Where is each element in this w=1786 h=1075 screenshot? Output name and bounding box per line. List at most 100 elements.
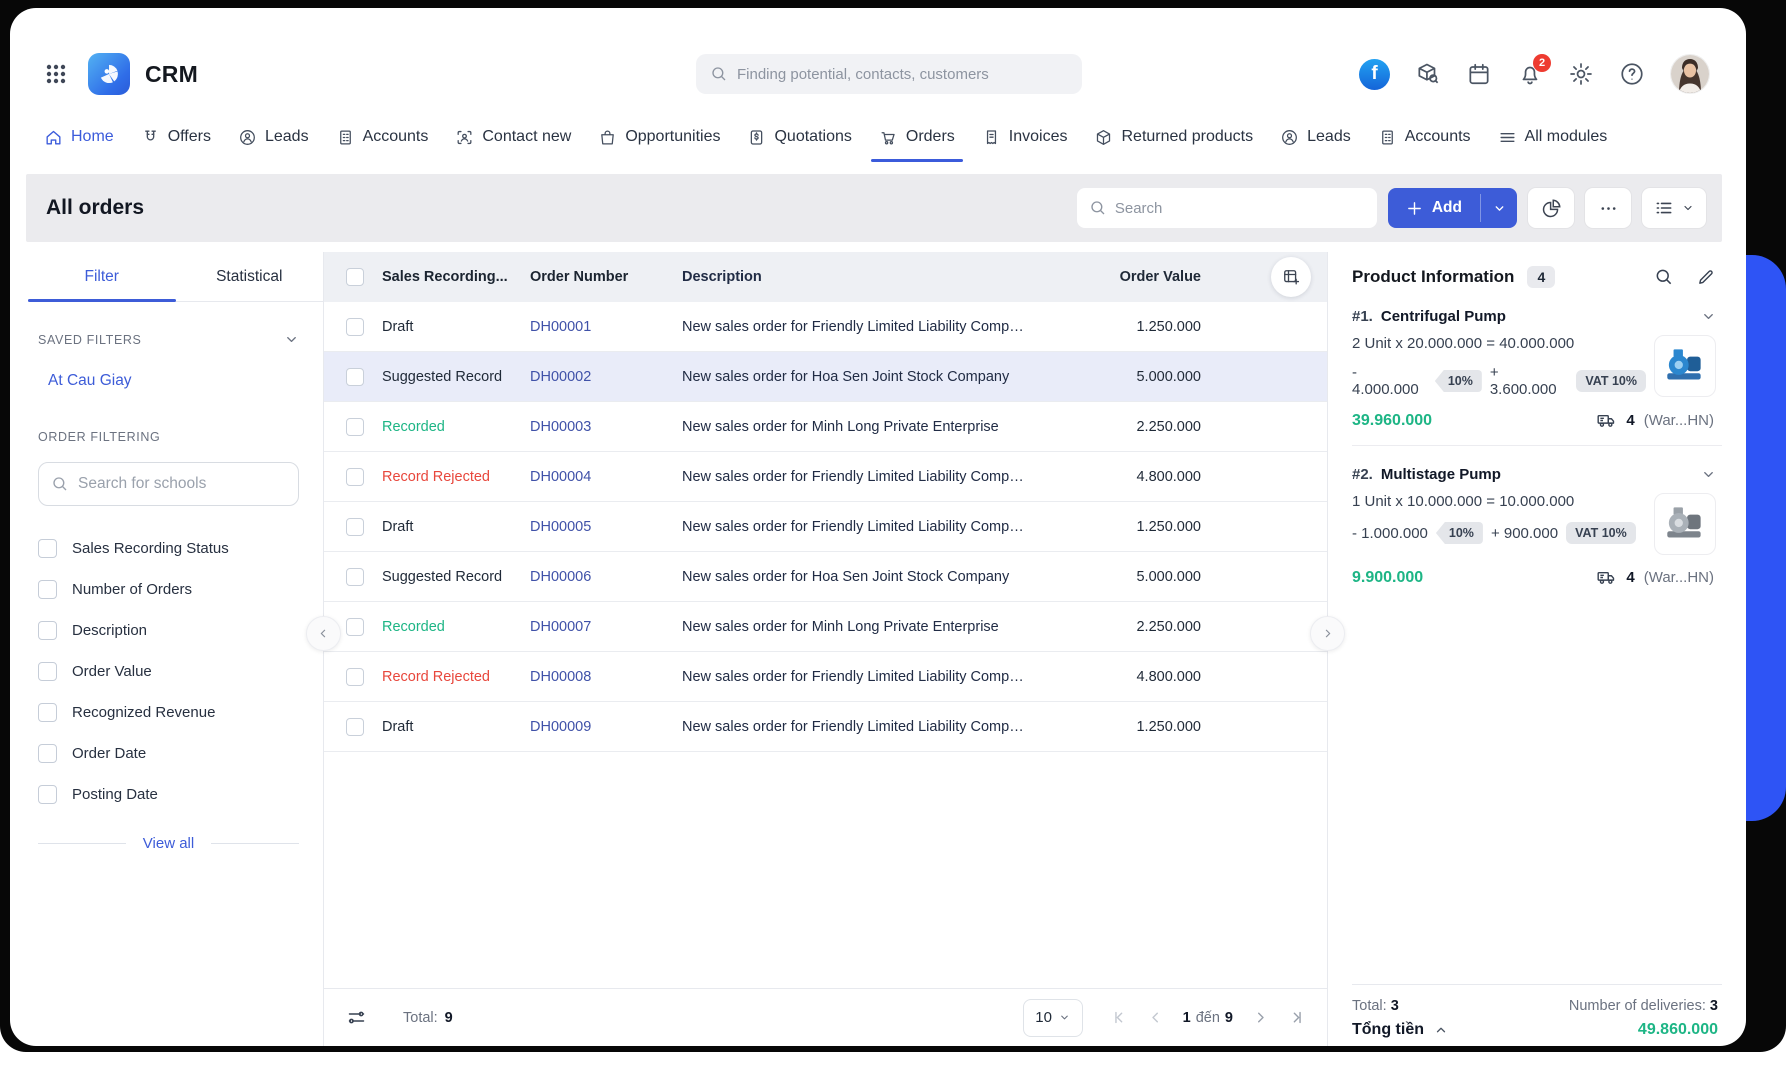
scroll-right-button[interactable] [1310, 616, 1345, 651]
help-icon[interactable] [1619, 61, 1645, 87]
tab-filter[interactable]: Filter [28, 252, 176, 302]
row-checkbox[interactable] [346, 467, 364, 486]
filter-sales-recording-status[interactable]: Sales Recording Status [38, 528, 299, 569]
add-order-button[interactable]: Add [1387, 188, 1517, 228]
more-actions-button[interactable] [1585, 188, 1631, 228]
nav-item-home[interactable]: Home [44, 112, 114, 162]
caret-up-icon[interactable] [1434, 1023, 1448, 1037]
order-number-link[interactable]: DH00003 [530, 419, 591, 435]
filter-description[interactable]: Description [38, 610, 299, 651]
global-search[interactable] [695, 54, 1082, 94]
order-number-link[interactable]: DH00006 [530, 569, 591, 585]
nav-item-opportunities[interactable]: Opportunities [598, 112, 720, 162]
next-page-button[interactable] [1252, 1009, 1269, 1026]
calendar-icon[interactable] [1466, 61, 1492, 87]
nav-item-offers[interactable]: Offers [141, 112, 211, 162]
table-row[interactable]: Record Rejected DH00008 New sales order … [324, 652, 1327, 702]
checkbox[interactable] [38, 662, 57, 681]
nav-item-leads-2[interactable]: Leads [1280, 112, 1351, 162]
order-number-link[interactable]: DH00009 [530, 719, 591, 735]
facebook-icon[interactable]: f [1359, 58, 1390, 90]
add-column-button[interactable] [1271, 257, 1311, 297]
nav-item-leads[interactable]: Leads [238, 112, 309, 162]
column-description[interactable]: Description [682, 269, 1034, 285]
notifications-bell-icon[interactable]: 2 [1517, 54, 1551, 87]
chart-view-button[interactable] [1528, 188, 1574, 228]
add-dropdown-caret[interactable] [1481, 188, 1517, 228]
orders-search-input[interactable] [1114, 199, 1365, 217]
row-checkbox[interactable] [346, 617, 364, 636]
order-number-link[interactable]: DH00007 [530, 619, 591, 635]
checkbox[interactable] [38, 703, 57, 722]
column-order-number[interactable]: Order Number [530, 269, 682, 285]
table-row[interactable]: Draft DH00001 New sales order for Friend… [324, 302, 1327, 352]
table-row[interactable]: Draft DH00009 New sales order for Friend… [324, 702, 1327, 752]
filter-posting-date[interactable]: Posting Date [38, 774, 299, 815]
app-grid-icon[interactable] [44, 62, 68, 86]
order-number-link[interactable]: DH00002 [530, 369, 591, 385]
nav-item-accounts-2[interactable]: Accounts [1378, 112, 1471, 162]
table-row[interactable]: Draft DH00005 New sales order for Friend… [324, 502, 1327, 552]
table-row[interactable]: Suggested Record DH00002 New sales order… [324, 352, 1327, 402]
filter-search[interactable] [38, 462, 299, 506]
filter-number-of-orders[interactable]: Number of Orders [38, 569, 299, 610]
display-settings-icon[interactable] [346, 1007, 367, 1028]
view-all-link[interactable]: View all [143, 835, 194, 852]
nav-item-accounts[interactable]: Accounts [336, 112, 428, 162]
filter-recognized-revenue[interactable]: Recognized Revenue [38, 692, 299, 733]
settings-gear-icon[interactable] [1568, 61, 1594, 87]
nav-item-all-modules[interactable]: All modules [1498, 112, 1607, 162]
last-page-button[interactable] [1288, 1009, 1305, 1026]
table-row[interactable]: Recorded DH00007 New sales order for Min… [324, 602, 1327, 652]
saved-filter-at-cau-giay[interactable]: At Cau Giay [48, 372, 132, 390]
row-checkbox[interactable] [346, 317, 364, 336]
table-row[interactable]: Record Rejected DH00004 New sales order … [324, 452, 1327, 502]
order-number-link[interactable]: DH00005 [530, 519, 591, 535]
row-checkbox[interactable] [346, 417, 364, 436]
row-checkbox[interactable] [346, 517, 364, 536]
crm-logo[interactable] [88, 53, 130, 95]
checkbox[interactable] [38, 744, 57, 763]
nav-item-orders[interactable]: Orders [870, 112, 963, 162]
nav-item-quotations[interactable]: Quotations [747, 112, 852, 162]
filter-order-value[interactable]: Order Value [38, 651, 299, 692]
checkbox[interactable] [38, 621, 57, 640]
table-row[interactable]: Recorded DH00003 New sales order for Min… [324, 402, 1327, 452]
first-page-button[interactable] [1111, 1009, 1128, 1026]
row-checkbox[interactable] [346, 367, 364, 386]
row-checkbox[interactable] [346, 717, 364, 736]
edit-pencil-icon[interactable] [1696, 267, 1716, 287]
nav-item-returned-products[interactable]: Returned products [1094, 112, 1253, 162]
collapse-chevron-icon[interactable] [1701, 309, 1716, 324]
order-number-link[interactable]: DH00008 [530, 669, 591, 685]
order-number-link[interactable]: DH00001 [530, 319, 591, 335]
search-icon[interactable] [1654, 267, 1674, 287]
column-status[interactable]: Sales Recording... [382, 269, 530, 285]
row-checkbox[interactable] [346, 567, 364, 586]
nav-item-contact-new[interactable]: Contact new [455, 112, 571, 162]
discount-tag: 10% [1435, 522, 1483, 544]
saved-filters-label: SAVED FILTERS [38, 332, 142, 347]
checkbox[interactable] [38, 785, 57, 804]
page-size-select[interactable]: 10 [1022, 998, 1083, 1037]
filter-order-date[interactable]: Order Date [38, 733, 299, 774]
scroll-left-button[interactable] [306, 616, 341, 651]
column-order-value[interactable]: Order Value [1034, 269, 1209, 285]
user-avatar[interactable] [1670, 54, 1710, 94]
view-switcher-button[interactable] [1642, 188, 1706, 228]
product-search-icon[interactable] [1415, 61, 1441, 87]
global-search-input[interactable] [736, 65, 1068, 83]
tab-statistical[interactable]: Statistical [176, 252, 324, 301]
orders-search[interactable] [1076, 188, 1377, 228]
checkbox[interactable] [38, 580, 57, 599]
collapse-chevron-icon[interactable] [1701, 467, 1716, 482]
row-checkbox[interactable] [346, 667, 364, 686]
order-number-link[interactable]: DH00004 [530, 469, 591, 485]
chevron-down-icon[interactable] [284, 332, 299, 347]
nav-item-invoices[interactable]: Invoices [982, 112, 1067, 162]
filter-search-input[interactable] [78, 475, 286, 493]
prev-page-button[interactable] [1147, 1009, 1164, 1026]
select-all-checkbox[interactable] [346, 268, 364, 286]
table-row[interactable]: Suggested Record DH00006 New sales order… [324, 552, 1327, 602]
checkbox[interactable] [38, 539, 57, 558]
